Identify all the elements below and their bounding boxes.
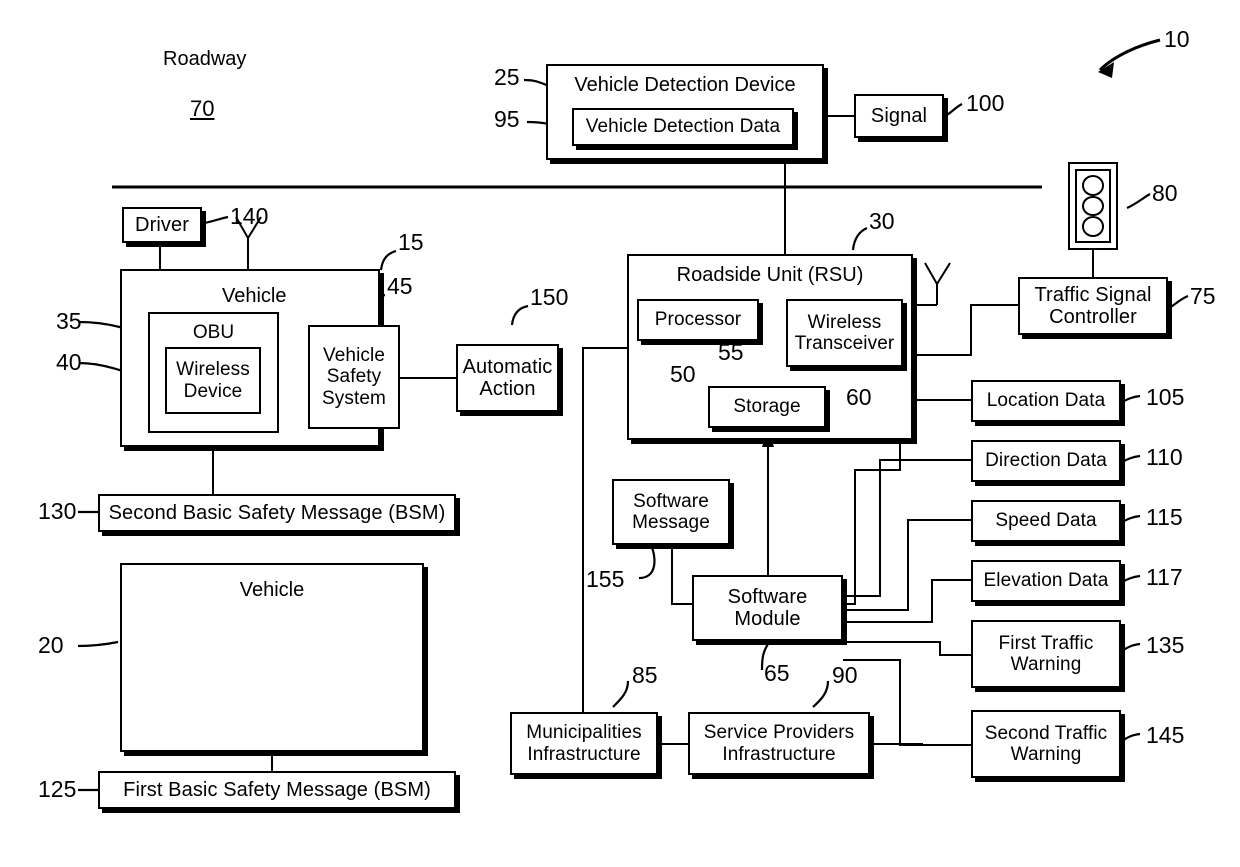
ref-60: 60 [846,384,872,410]
direction-data-label: Direction Data [985,450,1107,472]
vehicle-detection-data[interactable]: Vehicle Detection Data [572,108,794,146]
ref-115: 115 [1146,504,1183,530]
traffic-signal-lamps [1075,169,1111,243]
municipalities-label: Municipalities Infrastructure [526,722,642,765]
ref-20: 20 [38,632,64,658]
automatic-action-box[interactable]: Automatic Action [456,344,559,412]
ref-140: 140 [230,203,269,229]
elevation-data-label: Elevation Data [983,570,1109,592]
ref-55: 55 [718,339,744,365]
ref-130: 130 [38,498,77,524]
ref-155: 155 [586,566,625,592]
software-message-box[interactable]: Software Message [612,479,730,545]
vehicle-safety-system-label: Vehicle Safety System [322,345,386,409]
wireless-transceiver-label: Wireless Transceiver [794,311,895,354]
patent-figure: Roadway 70 10 Vehicle Detection Device V… [0,0,1240,867]
ref-95: 95 [494,106,520,132]
storage-label: Storage [733,396,801,418]
speed-data-label: Speed Data [995,510,1097,532]
municipalities-box[interactable]: Municipalities Infrastructure [510,712,658,775]
driver-box[interactable]: Driver [122,207,202,243]
signal-box[interactable]: Signal [854,94,944,138]
vehicle-safety-system-box[interactable]: Vehicle Safety System [308,325,400,429]
ref-35: 35 [56,308,82,334]
location-data-label: Location Data [986,390,1106,412]
ref-90: 90 [832,662,858,688]
obu-label: OBU [192,322,235,343]
ref-110: 110 [1146,444,1183,470]
ref-100: 100 [966,90,1005,116]
elevation-data-box[interactable]: Elevation Data [971,560,1121,602]
first-bsm-label: First Basic Safety Message (BSM) [123,778,431,801]
storage-box[interactable]: Storage [708,386,826,428]
software-message-label: Software Message [632,490,710,533]
first-bsm-box[interactable]: First Basic Safety Message (BSM) [98,771,456,809]
wireless-device-label: Wireless Device [176,359,250,402]
vehicle-detection-data-label: Vehicle Detection Data [585,116,781,138]
direction-data-box[interactable]: Direction Data [971,440,1121,482]
traffic-signal-icon [1068,162,1118,250]
roadside-unit-label: Roadside Unit (RSU) [676,264,864,286]
ref-30: 30 [869,208,895,234]
roadway-label: Roadway [163,48,247,70]
service-providers-label: Service Providers Infrastructure [703,722,855,765]
traffic-signal-controller-label: Traffic Signal Controller [1034,283,1152,328]
signal-label: Signal [870,104,928,127]
ref-125: 125 [38,776,77,802]
vehicle-lower-box[interactable]: Vehicle [120,563,424,752]
ref-105: 105 [1146,384,1185,410]
service-providers-box[interactable]: Service Providers Infrastructure [688,712,870,775]
speed-data-box[interactable]: Speed Data [971,500,1121,542]
system-ref: 10 [1164,26,1190,52]
second-bsm-label: Second Basic Safety Message (BSM) [108,501,446,524]
ref-117: 117 [1146,564,1183,590]
software-module-box[interactable]: Software Module [692,575,843,641]
roadway-ref: 70 [190,96,215,121]
vehicle-detection-device-label: Vehicle Detection Device [574,74,796,96]
driver-label: Driver [135,213,189,236]
ref-40: 40 [56,349,82,375]
software-module-label: Software Module [727,585,808,630]
vehicle-lower-label: Vehicle [239,579,305,601]
ref-135: 135 [1146,632,1185,658]
wireless-device-box[interactable]: Wireless Device [165,347,261,414]
ref-15: 15 [398,229,424,255]
automatic-action-label: Automatic Action [462,355,553,400]
traffic-signal-lamp-green [1082,216,1104,238]
ref-25: 25 [494,64,520,90]
ref-45: 45 [387,273,413,299]
second-traffic-warning-box[interactable]: Second Traffic Warning [971,710,1121,778]
ref-85: 85 [632,662,658,688]
vehicle-upper-label: Vehicle [222,285,287,307]
traffic-signal-lamp-yellow [1082,195,1104,217]
ref-150: 150 [530,284,569,310]
ref-145: 145 [1146,722,1185,748]
wireless-transceiver-box[interactable]: Wireless Transceiver [786,299,903,367]
location-data-box[interactable]: Location Data [971,380,1121,422]
ref-65: 65 [764,660,790,686]
ref-50: 50 [670,361,696,387]
processor-label: Processor [654,309,742,331]
traffic-signal-controller[interactable]: Traffic Signal Controller [1018,277,1168,335]
ref-80: 80 [1152,180,1178,206]
second-bsm-box[interactable]: Second Basic Safety Message (BSM) [98,494,456,532]
traffic-signal-lamp-red [1082,175,1104,196]
second-traffic-warning-label: Second Traffic Warning [984,722,1108,765]
ref-75: 75 [1190,283,1216,309]
first-traffic-warning-box[interactable]: First Traffic Warning [971,620,1121,688]
first-traffic-warning-label: First Traffic Warning [998,632,1094,675]
processor-box[interactable]: Processor [637,299,759,341]
